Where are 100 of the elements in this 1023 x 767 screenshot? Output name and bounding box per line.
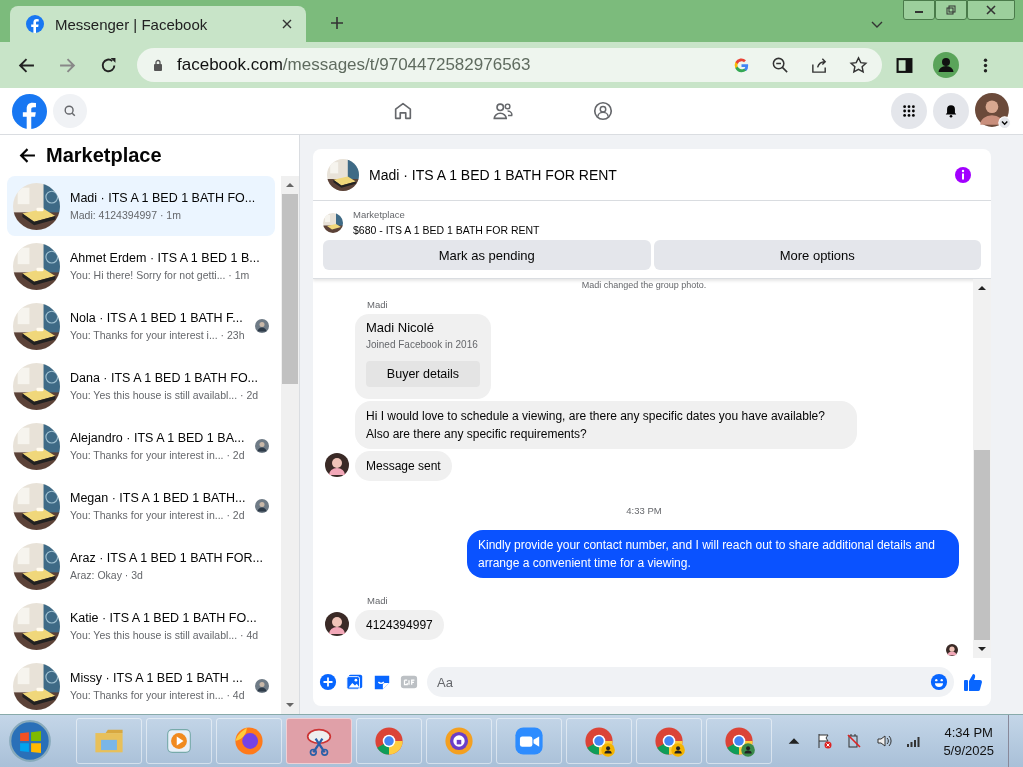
conversation-title: Nola · ITS A 1 BED 1 BATH F... — [70, 311, 244, 325]
restore-button[interactable] — [935, 0, 967, 20]
conversation-preview: Araz: Okay · 3d — [70, 569, 144, 581]
close-icon — [986, 5, 996, 15]
incoming-message: Hi I would love to schedule a viewing, are there any specific dates you have available? Also are there any specific requirements? — [355, 401, 857, 449]
profile-icon[interactable] — [933, 52, 959, 78]
scroll-down-icon[interactable] — [977, 646, 987, 652]
conversation-item[interactable]: Katie · ITS A 1 BED 1 BATH FO... You: Yes this house is still availabl... · 4d — [7, 596, 275, 656]
browser-tab[interactable]: Messenger | Facebook — [10, 6, 306, 42]
chat-title: Madi · ITS A 1 BED 1 BATH FOR RENT — [369, 166, 617, 183]
start-button[interactable] — [8, 719, 52, 763]
reload-icon[interactable] — [100, 56, 117, 74]
account-avatar[interactable] — [975, 93, 1011, 129]
conversation-preview: You: Thanks for your interest in... · 2d — [70, 509, 245, 521]
power-icon[interactable] — [846, 733, 863, 749]
buyer-details-button[interactable]: Buyer details — [366, 361, 480, 387]
conversation-preview: You: Yes this house is still availabl... · 4d — [70, 629, 260, 641]
photo-icon[interactable] — [346, 673, 364, 691]
action-button[interactable]: More options — [653, 240, 981, 270]
friends-icon[interactable] — [492, 100, 514, 122]
system-note: Madi changed the group photo. — [581, 280, 707, 290]
conversation-preview: You: Thanks for your interest in... · 4d — [70, 689, 245, 701]
conversation-title: Alejandro · ITS A 1 BED 1 BA... — [70, 431, 245, 445]
facebook-logo-icon — [25, 14, 45, 34]
google-icon[interactable] — [732, 55, 751, 75]
sender-name: Madi — [367, 299, 389, 310]
bell-icon — [944, 104, 958, 118]
sticker-icon[interactable] — [373, 673, 391, 691]
conversation-item[interactable]: Alejandro · ITS A 1 BED 1 BA... You: Thanks for your interest in... · 2d — [7, 416, 275, 476]
forward-icon[interactable] — [59, 56, 76, 74]
clock-time[interactable]: 4:34 PM — [944, 724, 993, 740]
conversation-preview: You: Hi there! Sorry for not getti... · 1m — [70, 269, 251, 281]
conversation-item[interactable]: Araz · ITS A 1 BED 1 BATH FOR... Araz: Okay · 3d — [7, 536, 275, 596]
side-panel-icon[interactable] — [896, 56, 913, 74]
back-icon[interactable] — [18, 56, 35, 74]
bookmark-star-icon[interactable] — [849, 55, 868, 75]
chrome-profile-taskbar-icon[interactable] — [706, 718, 772, 764]
chevron-down-icon[interactable] — [871, 21, 883, 29]
notifications-button[interactable] — [933, 93, 969, 129]
chrome-profile-taskbar-icon[interactable] — [636, 718, 702, 764]
info-icon[interactable] — [953, 164, 973, 185]
read-receipt-avatar — [946, 644, 958, 656]
address-bar[interactable]: facebook.com/messages/t/9704472582976563 — [137, 48, 882, 82]
restore-icon — [946, 5, 956, 15]
conversation-item[interactable]: Megan · ITS A 1 BED 1 BATH... You: Thanks for your interest in... · 2d — [7, 476, 275, 536]
message-input[interactable]: Aa — [427, 667, 954, 697]
conversation-title: Madi · ITS A 1 BED 1 BATH FO... — [70, 191, 257, 205]
back-arrow-icon[interactable] — [19, 147, 36, 164]
conversation-title: Ahmet Erdem · ITS A 1 BED 1 B... — [70, 251, 261, 265]
lock-icon — [153, 59, 163, 71]
listing-label: Marketplace — [353, 209, 406, 220]
buyer-name: Madi Nicolé — [366, 320, 434, 335]
minimize-button[interactable] — [903, 0, 935, 20]
thumbs-up-icon[interactable] — [963, 672, 983, 692]
groups-icon[interactable] — [592, 100, 614, 122]
sidebar-title: Marketplace — [46, 144, 162, 167]
conversation-title: Dana · ITS A 1 BED 1 BATH FO... — [70, 371, 260, 385]
scrollbar[interactable] — [973, 279, 991, 658]
url-text: facebook.com/messages/t/9704472582976563 — [177, 55, 531, 75]
joined-text: Joined Facebook in 2016 — [366, 339, 478, 350]
clock-date[interactable]: 5/9/2025 — [943, 742, 994, 758]
conversation-item[interactable]: Ahmet Erdem · ITS A 1 BED 1 B... You: Hi there! Sorry for not getti... · 1m — [7, 236, 275, 296]
conversation-preview: Madi: 4124394997 · 1m — [70, 209, 182, 221]
conversation-preview: You: Thanks for your interest in... · 2d — [70, 449, 245, 461]
search-icon — [63, 104, 77, 118]
plus-icon[interactable] — [319, 673, 337, 691]
scroll-up-icon[interactable] — [977, 285, 987, 291]
conversation-item[interactable]: Missy · ITS A 1 BED 1 BATH ... You: Thanks for your interest in... · 4d — [7, 656, 275, 714]
volume-icon[interactable] — [876, 733, 893, 749]
conversation-item[interactable]: Dana · ITS A 1 BED 1 BATH FO... You: Yes this house is still availabl... · 2d — [7, 356, 275, 416]
home-icon[interactable] — [392, 100, 414, 122]
tab-title: Messenger | Facebook — [55, 15, 209, 33]
close-icon[interactable] — [282, 19, 292, 29]
incoming-message: Message sent — [355, 451, 452, 481]
action-center-flag-icon[interactable] — [816, 733, 833, 749]
zoom-taskbar-icon[interactable] — [496, 718, 562, 764]
firefox-taskbar-icon[interactable] — [216, 718, 282, 764]
facebook-logo-icon[interactable] — [12, 93, 47, 129]
conversation-preview: You: Thanks for your interest i... · 23h — [70, 329, 245, 341]
apps-menu-button[interactable] — [891, 93, 927, 129]
sender-name: Madi — [367, 595, 389, 606]
window-close-button[interactable] — [967, 0, 1015, 20]
listing-title[interactable]: $680 - ITS A 1 BED 1 BATH FOR RENT — [353, 224, 540, 236]
conversation-item[interactable]: Madi · ITS A 1 BED 1 BATH FO... Madi: 4124394997 · 1m — [7, 176, 275, 236]
outgoing-message: Kindly provide your contact number, and I will reach out to share additional details and arrange a convenient time for a viewing. — [467, 530, 959, 578]
conversation-title: Megan · ITS A 1 BED 1 BATH... — [70, 491, 245, 505]
search-button[interactable] — [53, 94, 87, 128]
timestamp: 4:33 PM — [625, 505, 663, 516]
chrome-taskbar-icon[interactable] — [356, 718, 422, 764]
action-button[interactable]: Mark as pending — [323, 240, 651, 270]
emoji-icon[interactable] — [930, 673, 948, 691]
snipping-tool-taskbar-icon[interactable] — [286, 718, 352, 764]
incoming-message: 4124394997 — [355, 610, 444, 640]
chrome-profile-taskbar-icon[interactable] — [566, 718, 632, 764]
vpn-taskbar-icon[interactable] — [426, 718, 492, 764]
conversation-item[interactable]: Nola · ITS A 1 BED 1 BATH F... You: Thanks for your interest i... · 23h — [7, 296, 275, 356]
zoom-out-icon[interactable] — [771, 55, 790, 75]
new-tab-icon[interactable] — [330, 16, 344, 30]
conversation-title: Katie · ITS A 1 BED 1 BATH FO... — [70, 611, 258, 625]
dot-grid-icon — [902, 104, 916, 118]
